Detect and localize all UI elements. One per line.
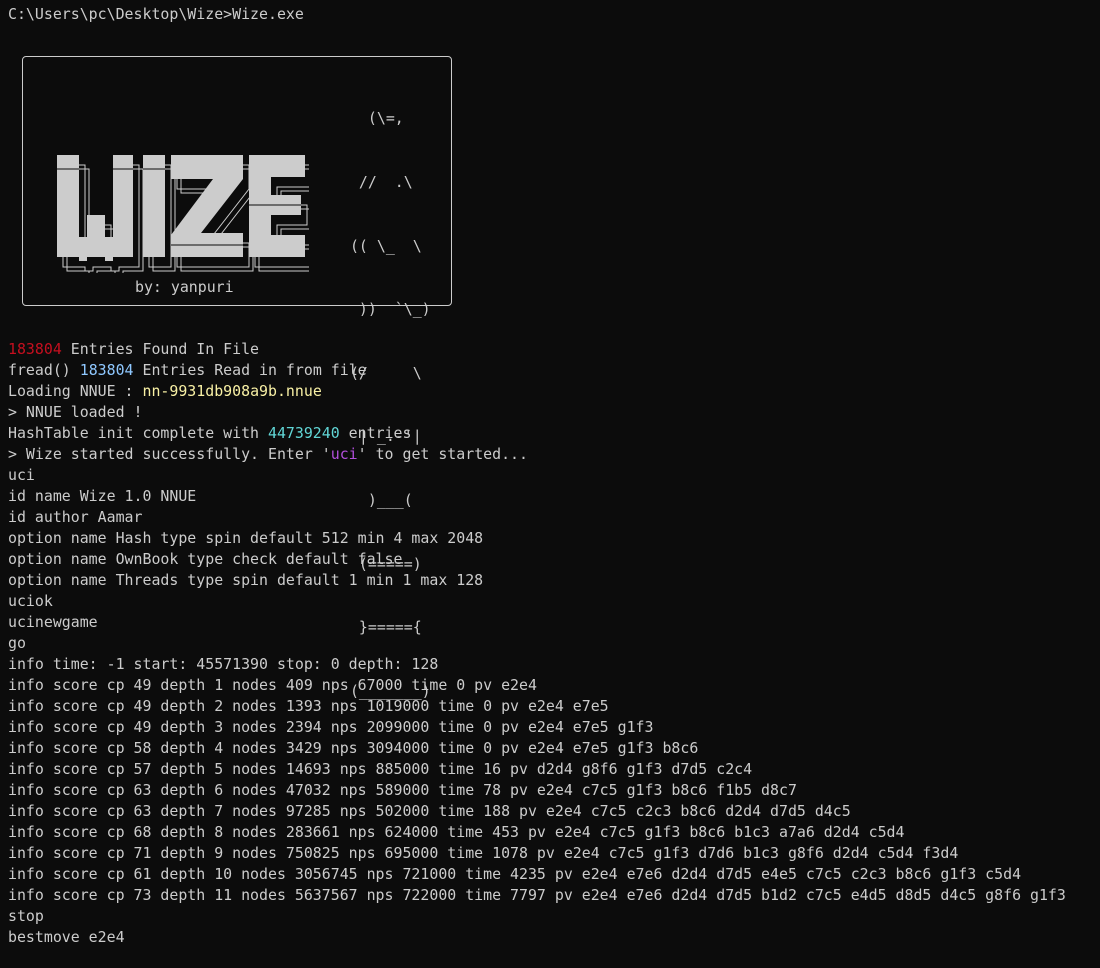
started-line: > Wize started successfully. Enter 'uci'… (8, 444, 528, 465)
nnue-loading-line: Loading NNUE : nn-9931db908a9b.nnue (8, 381, 322, 402)
fread-prefix: fread() (8, 361, 80, 379)
output-line: option name Threads type spin default 1 … (8, 571, 484, 589)
output-line: uci (8, 466, 35, 484)
output-line: info score cp 49 depth 1 nodes 409 nps 6… (8, 676, 537, 694)
ascii-art-line: (( \_ \ (341, 236, 422, 255)
output-line: info score cp 57 depth 5 nodes 14693 nps… (8, 760, 753, 778)
entries-count: 183804 (8, 340, 62, 358)
output-line: option name Hash type spin default 512 m… (8, 529, 484, 547)
hash-count: 44739240 (267, 424, 340, 442)
author-credit: by: yanpuri (135, 278, 234, 296)
hashtable-line: HashTable init complete with 44739240 en… (8, 423, 411, 444)
output-line: info score cp 49 depth 3 nodes 2394 nps … (8, 718, 654, 736)
output-line: info score cp 63 depth 6 nodes 47032 nps… (8, 781, 797, 799)
nnue-file: nn-9931db908a9b.nnue (142, 382, 322, 400)
fread-count: 183804 (79, 361, 134, 379)
fread-line: fread() 183804 Entries Read in from file (8, 360, 367, 381)
entries-found-text: Entries Found In File (61, 340, 260, 358)
started-cmd: uci (330, 445, 358, 463)
output-line: go (8, 634, 26, 652)
output-line: ucinewgame (8, 613, 98, 631)
started-suffix: ' to get started... (357, 445, 528, 463)
ascii-art-line: (\=, (341, 109, 404, 128)
output-line: info score cp 68 depth 8 nodes 283661 np… (8, 823, 905, 841)
entries-found-line: 183804 Entries Found In File (8, 339, 259, 360)
nnue-loaded-line: > NNUE loaded ! (8, 403, 143, 421)
output-line: info score cp 73 depth 11 nodes 5637567 … (8, 886, 1066, 904)
wize-logo-graphic (57, 155, 309, 273)
output-line: info score cp 58 depth 4 nodes 3429 nps … (8, 739, 699, 757)
fread-suffix: Entries Read in from file (133, 361, 367, 379)
output-line: bestmove e2e4 (8, 928, 125, 946)
nnue-prefix: Loading NNUE : (8, 382, 143, 400)
output-line: info score cp 49 depth 2 nodes 1393 nps … (8, 697, 609, 715)
command-prompt: C:\Users\pc\Desktop\Wize>Wize.exe (8, 5, 304, 23)
wizard-ascii-art: (\=, // .\ (( \_ \ )) `\_) (/ \ | _.-'| … (341, 66, 431, 744)
output-line: option name OwnBook type check default f… (8, 550, 403, 568)
banner-box: by: yanpuri (\=, // .\ (( \_ \ )) `\_) (… (22, 56, 452, 700)
output-line: info score cp 61 depth 10 nodes 3056745 … (8, 865, 1022, 883)
output-line: uciok (8, 592, 53, 610)
wize-logo (53, 149, 309, 273)
ascii-art-line: )) `\_) (341, 300, 431, 319)
ascii-art-line: // .\ (341, 173, 413, 191)
output-line: id author Aamar (8, 508, 143, 526)
hash-prefix: HashTable init complete with (8, 424, 268, 442)
ascii-art-line: )___( (341, 490, 413, 509)
output-line: info time: -1 start: 45571390 stop: 0 de… (8, 655, 439, 673)
output-line: info score cp 71 depth 9 nodes 750825 np… (8, 844, 959, 862)
ascii-art-line: }====={ (341, 618, 422, 637)
output-line: info score cp 63 depth 7 nodes 97285 nps… (8, 802, 851, 820)
hash-suffix: entries (339, 424, 412, 442)
output-line: id name Wize 1.0 NNUE (8, 487, 197, 505)
output-line: stop (8, 907, 44, 925)
started-prefix: > Wize started successfully. Enter ' (8, 445, 331, 463)
